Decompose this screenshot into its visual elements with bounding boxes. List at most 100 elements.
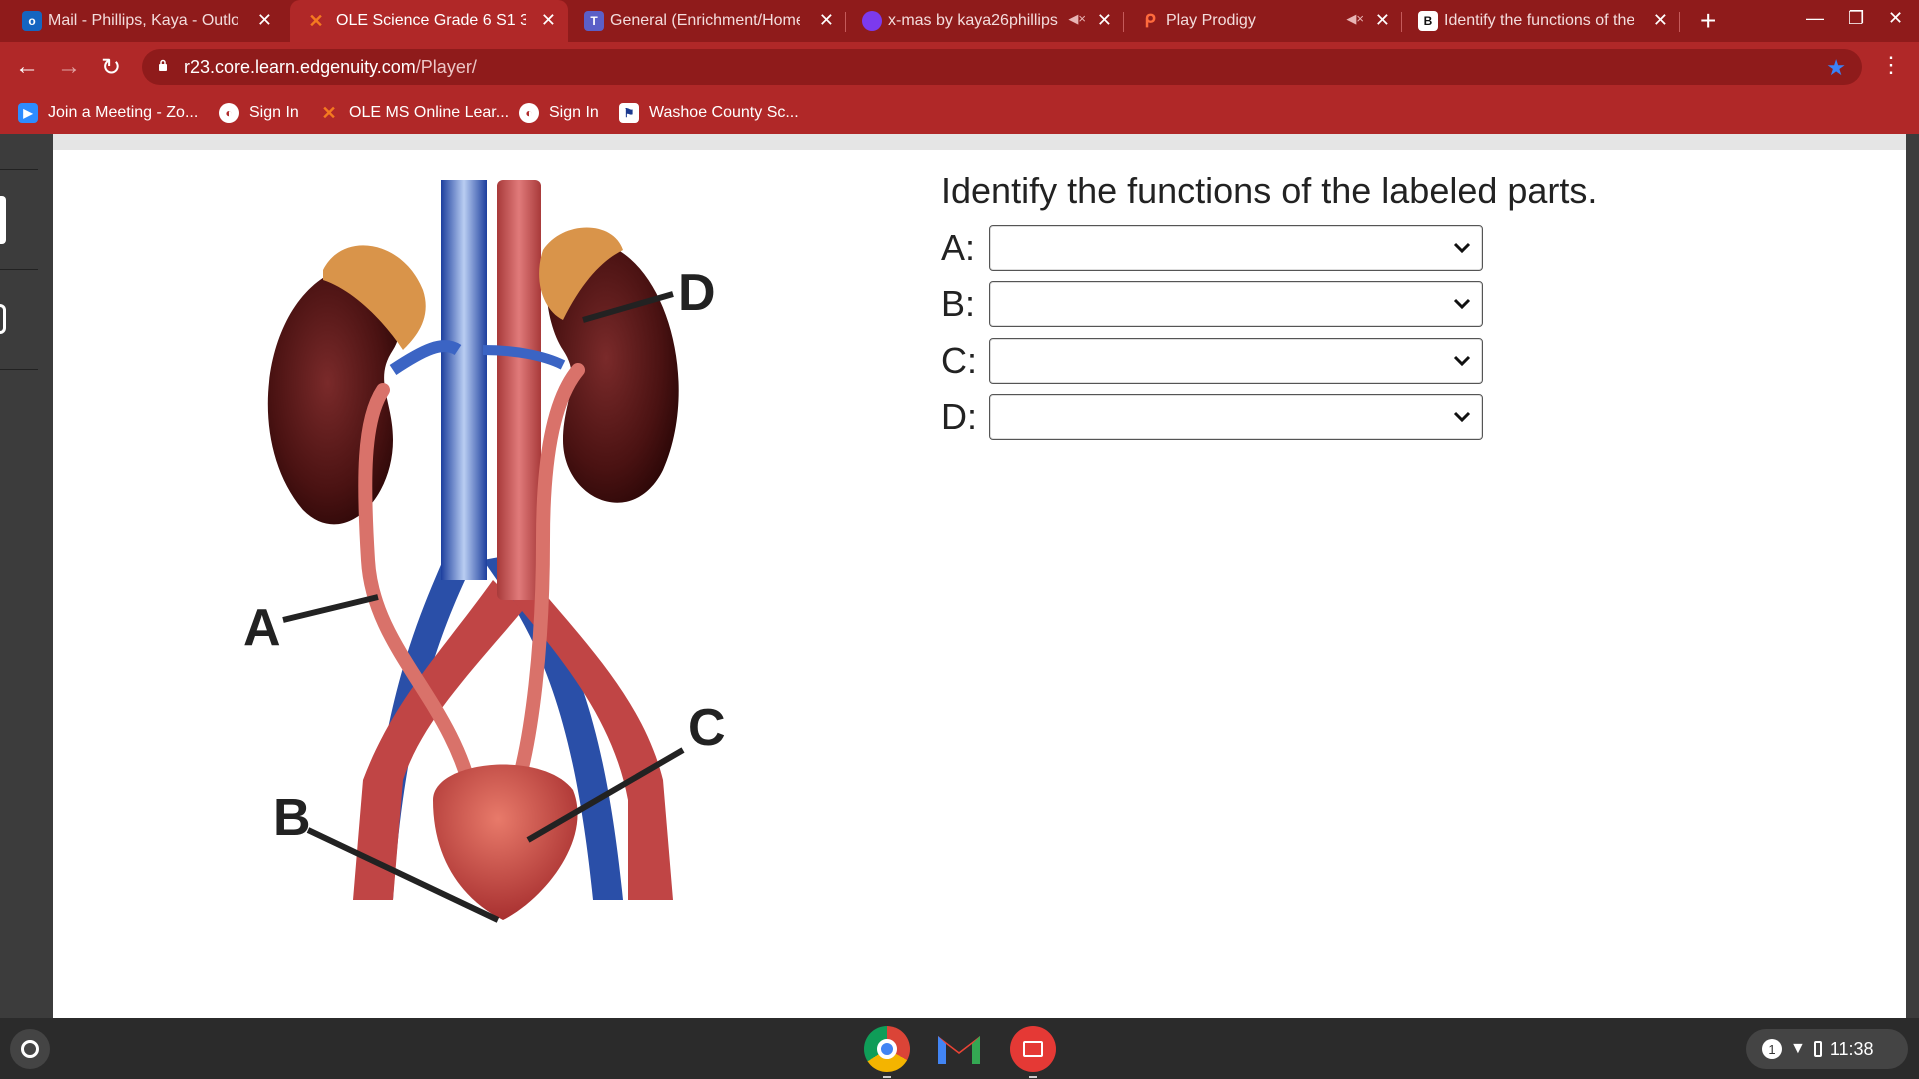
- lock-icon: [159, 59, 167, 71]
- diagram-label-a: A: [243, 599, 281, 657]
- answer-row-b: B:: [941, 281, 1483, 327]
- close-icon[interactable]: ✕: [1375, 10, 1390, 31]
- tab-xmas-canva[interactable]: x-mas by kaya26phillips ◀× ✕: [862, 0, 1124, 42]
- app-running-indicator: [883, 1076, 891, 1078]
- urinary-system-diagram: A B C D: [243, 180, 726, 923]
- edgenuity-icon: ✕: [308, 10, 324, 31]
- battery-icon: [1813, 1041, 1822, 1057]
- chevron-down-icon: [1453, 411, 1471, 423]
- notification-count-badge[interactable]: 1: [1762, 1039, 1782, 1059]
- chrome-center: [877, 1039, 897, 1059]
- globe-icon: ◐: [219, 103, 239, 123]
- vena-cava: [441, 180, 487, 580]
- edgenuity-icon: ✕: [321, 102, 337, 123]
- tab-title: x-mas by kaya26phillips: [888, 12, 1058, 29]
- forward-icon[interactable]: →: [54, 52, 84, 82]
- rail-handle: [0, 196, 6, 244]
- globe-icon: ◐: [519, 103, 539, 123]
- minimize-icon[interactable]: —: [1806, 8, 1824, 29]
- answer-select-d[interactable]: [989, 394, 1483, 440]
- answer-label-c: C:: [941, 340, 977, 381]
- gallery-icon[interactable]: [1010, 1026, 1056, 1078]
- tab-prodigy[interactable]: ᑭ Play Prodigy ◀× ✕: [1140, 0, 1402, 42]
- muted-speaker-icon[interactable]: ◀×: [1068, 11, 1086, 27]
- rail-handle: [0, 304, 6, 334]
- new-tab-button[interactable]: +: [1700, 6, 1716, 36]
- chevron-down-icon: [1453, 242, 1471, 254]
- tab-title: Identify the functions of the: [1444, 12, 1634, 29]
- answer-label-a: A:: [941, 227, 976, 268]
- bookmark-star-icon[interactable]: ★: [1826, 55, 1846, 81]
- answer-select-b[interactable]: [989, 281, 1483, 327]
- tab-brainly[interactable]: B Identify the functions of the ✕: [1418, 0, 1680, 42]
- chevron-down-icon: [1453, 355, 1471, 367]
- tab-title: Mail - Phillips, Kaya - Outlook: [48, 12, 238, 29]
- diagram-label-d: D: [678, 264, 716, 322]
- brainly-icon: B: [1418, 11, 1438, 31]
- gallery-glyph: [1023, 1041, 1043, 1057]
- tab-title: Play Prodigy: [1166, 12, 1256, 29]
- back-icon[interactable]: ←: [12, 52, 42, 82]
- bookmark-ole-ms[interactable]: ✕ OLE MS Online Lear...: [319, 92, 509, 134]
- launcher-button[interactable]: [10, 1029, 50, 1069]
- bookmark-label: Washoe County Sc...: [649, 104, 799, 121]
- bookmark-label: Join a Meeting - Zo...: [48, 104, 199, 121]
- bookmark-sign-in-1[interactable]: ◐ Sign In: [219, 92, 299, 134]
- window-close-icon[interactable]: ✕: [1888, 8, 1903, 29]
- question-prompt: Identify the functions of the labeled pa…: [941, 170, 1598, 211]
- system-shelf: 1 ▼ 11:38: [0, 1018, 1919, 1079]
- close-icon[interactable]: ✕: [257, 10, 272, 31]
- browser-toolbar: ← → ↻ r23.core.learn.edgenuity.com/Playe…: [0, 42, 1919, 92]
- canva-icon: [862, 11, 882, 31]
- close-icon[interactable]: ✕: [541, 10, 556, 31]
- tab-separator: [845, 12, 846, 32]
- chevron-down-icon: [1453, 298, 1471, 310]
- bookmark-sign-in-2[interactable]: ◐ Sign In: [519, 92, 599, 134]
- answer-select-c[interactable]: [989, 338, 1483, 384]
- muted-speaker-icon[interactable]: ◀×: [1346, 11, 1364, 27]
- leader-line-a: [282, 594, 379, 623]
- tab-separator: [1679, 12, 1680, 32]
- restore-icon[interactable]: ❐: [1848, 8, 1864, 29]
- tab-teams-general[interactable]: T General (Enrichment/Home ✕: [584, 0, 846, 42]
- chrome-icon[interactable]: [864, 1026, 910, 1078]
- bookmark-washoe[interactable]: ⚑ Washoe County Sc...: [619, 92, 799, 134]
- app-running-indicator: [1029, 1076, 1037, 1078]
- close-icon[interactable]: ✕: [1097, 10, 1112, 31]
- gmail-logo: [938, 1036, 980, 1064]
- address-bar[interactable]: r23.core.learn.edgenuity.com/Player/ ★: [142, 49, 1862, 85]
- zoom-icon: ▶: [18, 103, 38, 123]
- teams-icon: T: [584, 11, 604, 31]
- bookmark-label: OLE MS Online Lear...: [349, 104, 510, 121]
- answer-row-d: D:: [941, 394, 1483, 440]
- rail-tab[interactable]: [0, 134, 38, 170]
- answer-label-d: D:: [941, 396, 977, 437]
- close-icon[interactable]: ✕: [819, 10, 834, 31]
- tab-outlook[interactable]: o Mail - Phillips, Kaya - Outlook ✕: [22, 0, 284, 42]
- bookmarks-bar: ▶ Join a Meeting - Zo... ◐ Sign In ✕ OLE…: [0, 92, 1919, 134]
- aorta: [497, 180, 541, 600]
- gmail-icon[interactable]: [936, 1026, 982, 1072]
- diagram-label-c: C: [688, 699, 726, 757]
- tab-separator: [1123, 12, 1124, 32]
- url-text: r23.core.learn.edgenuity.com/Player/: [184, 56, 477, 77]
- answer-label-b: B:: [941, 283, 976, 324]
- tab-title: General (Enrichment/Home: [610, 12, 800, 29]
- answer-row-a: A:: [941, 225, 1483, 271]
- rail-tab[interactable]: [0, 270, 38, 370]
- status-tray[interactable]: 1 ▼ 11:38: [1746, 1029, 1908, 1069]
- wifi-icon: ▼: [1790, 1040, 1806, 1057]
- tab-ole-science[interactable]: ✕ OLE Science Grade 6 S1 373 ✕: [290, 0, 568, 42]
- bookmark-zoom[interactable]: ▶ Join a Meeting - Zo...: [18, 92, 198, 134]
- browser-menu-icon[interactable]: ⋮: [1880, 52, 1902, 78]
- tab-separator: [1401, 12, 1402, 32]
- tab-title: OLE Science Grade 6 S1 373: [336, 12, 526, 29]
- rail-tab[interactable]: [0, 170, 38, 270]
- school-icon: ⚑: [619, 103, 639, 123]
- prodigy-icon: ᑭ: [1144, 10, 1156, 31]
- launcher-icon: [21, 1040, 39, 1058]
- reload-icon[interactable]: ↻: [96, 52, 126, 82]
- answer-select-a[interactable]: [989, 225, 1483, 271]
- clock-time: 11:38: [1829, 1038, 1874, 1059]
- close-icon[interactable]: ✕: [1653, 10, 1668, 31]
